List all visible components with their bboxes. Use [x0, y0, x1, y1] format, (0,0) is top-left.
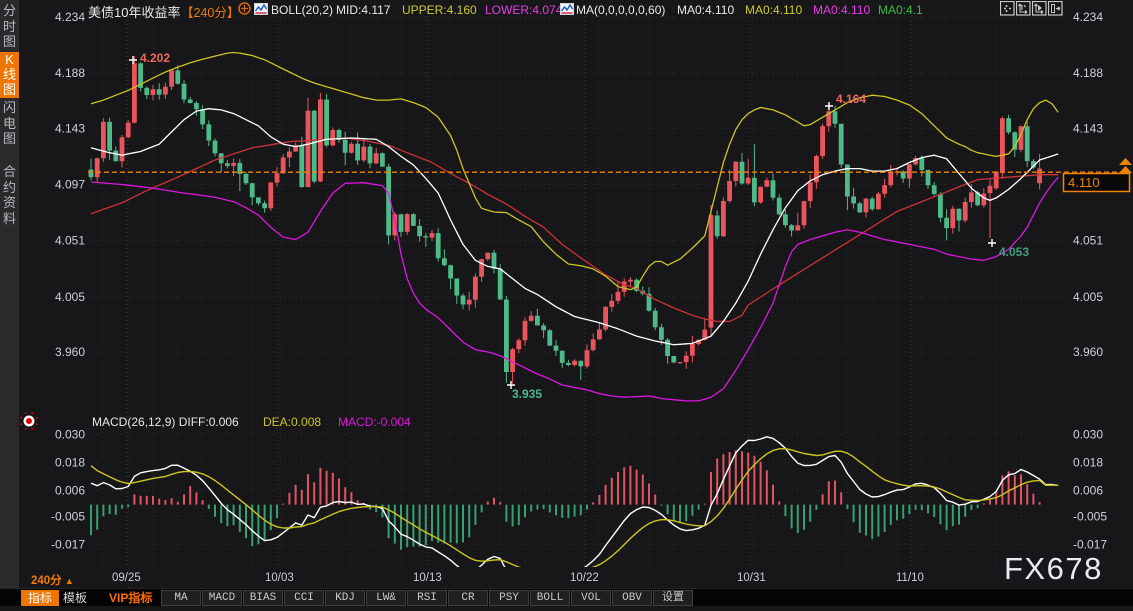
svg-text:3.960: 3.960: [1073, 345, 1103, 359]
svg-text:0.030: 0.030: [1073, 428, 1103, 442]
svg-text:0.006: 0.006: [1073, 484, 1103, 498]
svg-text:4.053: 4.053: [999, 245, 1029, 259]
svg-text:4.188: 4.188: [55, 66, 85, 80]
svg-text:4.051: 4.051: [1073, 234, 1103, 248]
svg-text:3.960: 3.960: [55, 345, 85, 359]
svg-text:0.030: 0.030: [55, 428, 85, 442]
svg-text:4.164: 4.164: [836, 92, 866, 106]
svg-text:4.202: 4.202: [140, 51, 170, 65]
svg-text:4.110: 4.110: [1068, 175, 1100, 190]
svg-text:-0.017: -0.017: [51, 537, 85, 551]
svg-text:4.097: 4.097: [55, 178, 85, 192]
svg-text:-0.017: -0.017: [1073, 537, 1107, 551]
svg-text:0.006: 0.006: [55, 484, 85, 498]
svg-text:-0.005: -0.005: [51, 509, 85, 523]
svg-text:0.018: 0.018: [55, 456, 85, 470]
svg-text:4.143: 4.143: [1073, 121, 1103, 135]
svg-text:4.143: 4.143: [55, 121, 85, 135]
svg-text:4.005: 4.005: [1073, 290, 1103, 304]
svg-text:4.005: 4.005: [55, 290, 85, 304]
svg-text:0.018: 0.018: [1073, 456, 1103, 470]
svg-text:MACD(26,12,9) DIFF:0.006 DEA:0: MACD(26,12,9) DIFF:0.006 DEA:0.008 MACD:…: [92, 415, 411, 429]
svg-text:3.935: 3.935: [512, 387, 542, 401]
svg-text:4.051: 4.051: [55, 234, 85, 248]
svg-text:-0.005: -0.005: [1073, 509, 1107, 523]
svg-text:4.188: 4.188: [1073, 66, 1103, 80]
